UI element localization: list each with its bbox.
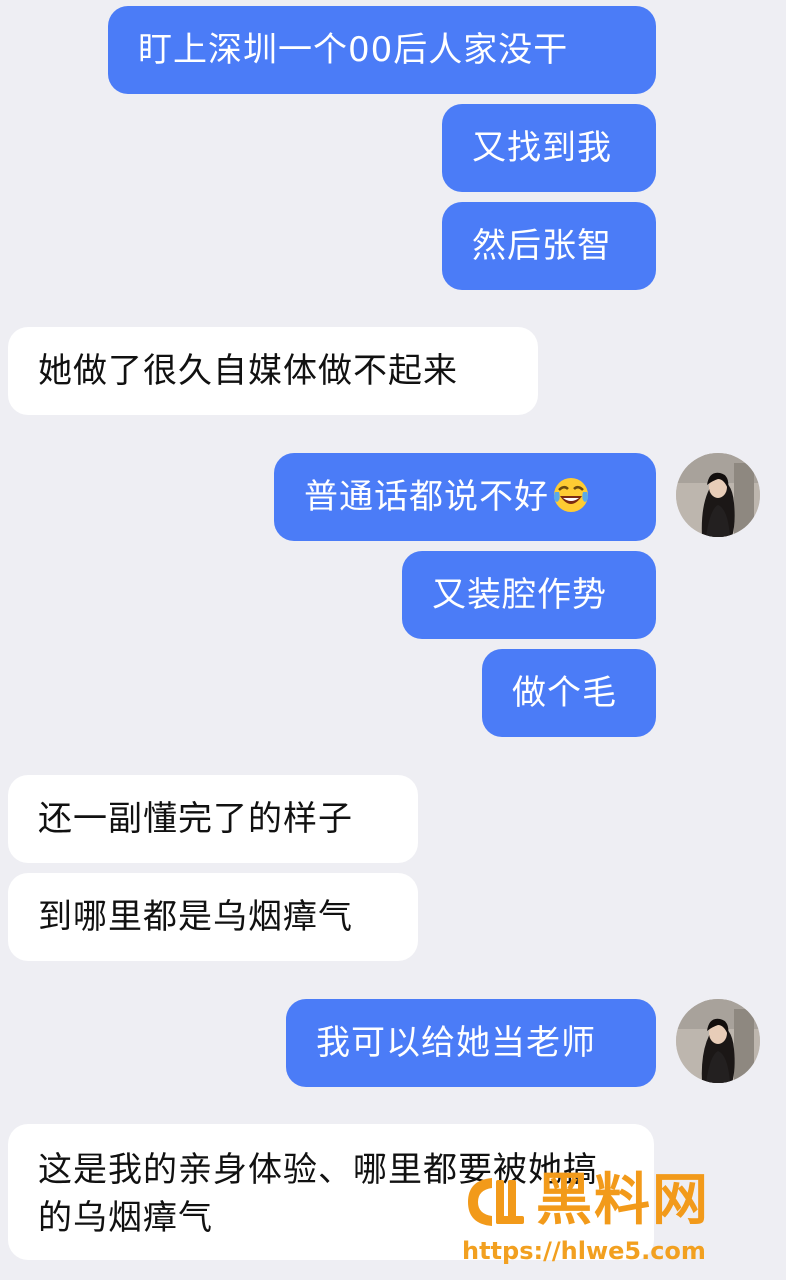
message-text: 然后张智 — [472, 226, 612, 266]
message-bubble-outgoing[interactable]: 普通话都说不好 — [274, 453, 656, 541]
message-bubble-incoming[interactable]: 到哪里都是乌烟瘴气 — [8, 873, 418, 961]
message-text: 她做了很久自媒体做不起来 — [38, 351, 458, 391]
message-bubble-outgoing[interactable]: 我可以给她当老师 — [286, 999, 656, 1087]
message-bubble-outgoing[interactable]: 又装腔作势 — [402, 551, 656, 639]
message-bubble-outgoing[interactable]: 然后张智 — [442, 202, 656, 290]
chat-screen: 盯上深圳一个00后人家没干 又找到我 然后张智 她做了很久自媒体做不起来 普通话… — [0, 0, 786, 1280]
message-text: 又装腔作势 — [432, 575, 607, 615]
message-bubble-outgoing[interactable]: 盯上深圳一个00后人家没干 — [108, 6, 656, 94]
message-text: 做个毛 — [512, 673, 617, 713]
message-text: 普通话都说不好 — [304, 477, 549, 517]
user-avatar[interactable] — [676, 999, 760, 1083]
face-with-tears-of-joy-icon — [551, 474, 591, 514]
message-bubble-incoming[interactable]: 还一副懂完了的样子 — [8, 775, 418, 863]
message-text: 到哪里都是乌烟瘴气 — [38, 897, 353, 937]
message-text: 盯上深圳一个00后人家没干 — [138, 30, 569, 70]
message-bubble-incoming[interactable]: 她做了很久自媒体做不起来 — [8, 327, 538, 415]
message-bubble-incoming[interactable]: 这是我的亲身体验、哪里都要被她搞的乌烟瘴气 — [8, 1124, 654, 1260]
message-bubble-outgoing[interactable]: 做个毛 — [482, 649, 656, 737]
user-avatar[interactable] — [676, 453, 760, 537]
message-bubble-outgoing[interactable]: 又找到我 — [442, 104, 656, 192]
message-text: 我可以给她当老师 — [316, 1023, 596, 1063]
message-text: 又找到我 — [472, 128, 612, 168]
message-text: 还一副懂完了的样子 — [38, 799, 353, 839]
message-text: 这是我的亲身体验、哪里都要被她搞的乌烟瘴气 — [38, 1150, 598, 1238]
